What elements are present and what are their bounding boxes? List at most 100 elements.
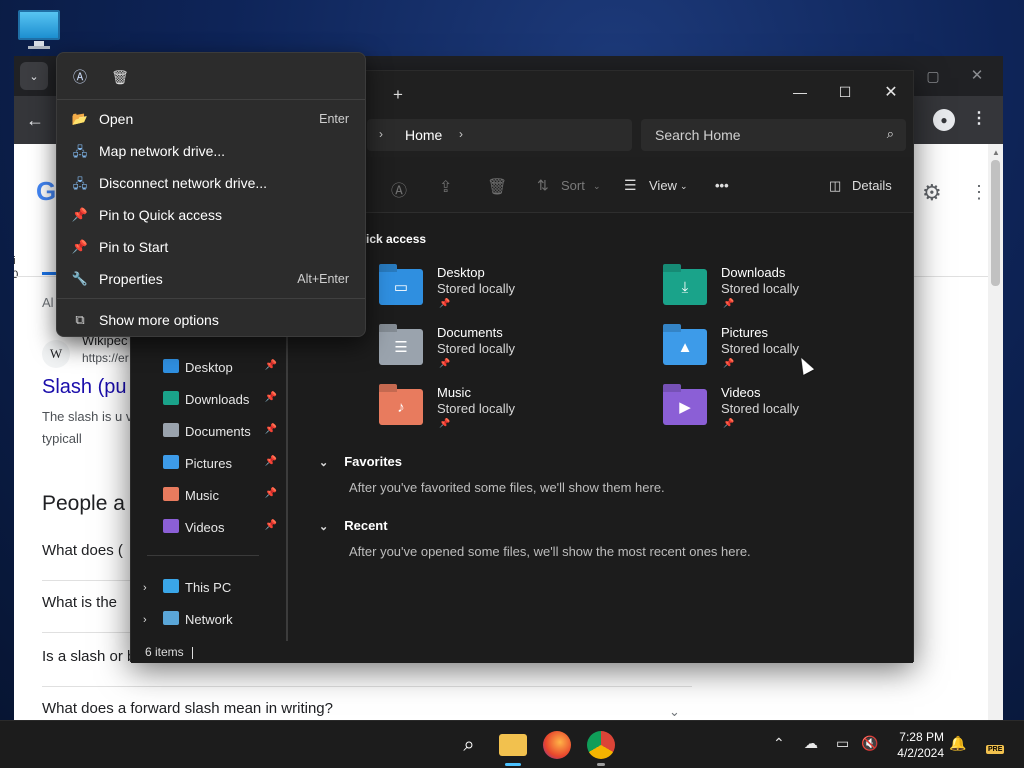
chrome-icon[interactable] [587,731,615,759]
search-icon[interactable]: ⌕ [455,731,483,759]
nav-item-network[interactable]: Network [161,606,279,634]
nav-item-videos[interactable]: Videos 📌 [161,514,279,542]
rename-icon[interactable]: Ⓐ [69,67,91,87]
pin-icon[interactable]: 📌 [265,392,277,403]
folder-card-music[interactable]: ♪ Music Stored locally 📌 [379,385,639,441]
sort-button[interactable]: Sort [561,178,585,193]
view-icon: ☰ [624,177,637,193]
close-button[interactable]: ✕ [877,79,905,105]
result-title-link[interactable]: Slash (pu [42,376,127,399]
recent-empty-message: After you've opened some files, we'll sh… [349,544,751,559]
google-logo[interactable]: G [36,176,56,207]
nav-item-this-pc[interactable]: This PC [161,574,279,602]
menu-item-disconnect-network-drive[interactable]: 🖧 Disconnect network drive... [61,168,363,198]
question-4[interactable]: What does a forward slash mean in writin… [42,700,333,717]
downloads-folder-icon: ⤓ [663,269,707,305]
scrollbar-thumb[interactable] [991,160,1000,286]
delete-icon[interactable]: 🗑 [109,67,131,87]
search-input[interactable]: Search Home [655,127,741,143]
chevron-down-icon: ⌄ [680,181,688,191]
menu-item-properties[interactable]: 🔧 Properties Alt+Enter [61,264,363,294]
favorites-group-header[interactable]: ⌄ Favorites [319,454,402,469]
taskbar: ⌕ ⌃ ☁ ▭ 🔇 7:28 PM 4/2/2024 🔔 PRE [0,720,1024,768]
tab-search-dropdown[interactable]: ⌄ [20,62,48,90]
side-letter: R [14,156,15,170]
search-box[interactable]: Search Home ⌕ [641,119,906,151]
menu-item-pin-to-quick-access[interactable]: 📌 Pin to Quick access [61,200,363,230]
profile-icon[interactable]: ● [933,109,955,131]
network-icon[interactable]: ▭ [836,735,849,752]
more-options-button[interactable]: ••• [715,178,729,193]
chevron-right-icon[interactable]: › [379,127,383,141]
details-pane-icon: ◫ [829,178,842,193]
chevron-right-icon[interactable]: › [143,582,147,594]
folder-card-documents[interactable]: ☰ Documents Stored locally 📌 [379,325,639,381]
nav-item-desktop[interactable]: Desktop 📌 [161,354,279,382]
nav-item-pictures[interactable]: Pictures 📌 [161,450,279,478]
menu-show-more-options[interactable]: ⧉ Show more options [61,305,363,335]
quick-access-heading[interactable]: ick access [366,232,426,246]
nav-item-music[interactable]: Music 📌 [161,482,279,510]
pin-icon[interactable]: 📌 [265,520,277,531]
tab-all[interactable]: Al [42,295,54,310]
chrome-menu-icon[interactable]: ⋮ [971,108,987,128]
question-1[interactable]: What does ( [42,542,123,559]
settings-gear-icon[interactable]: ⚙ [922,180,942,206]
folder-card-pictures[interactable]: ▲ Pictures Stored locally 📌 [663,325,923,381]
new-tab-button[interactable]: + [393,85,403,105]
chevron-down-icon[interactable]: ⌄ [669,704,680,720]
rename-icon[interactable]: Ⓐ [391,177,407,201]
pin-start-icon: 📌 [71,239,89,254]
breadcrumb-home[interactable]: Home [405,127,442,143]
back-arrow-icon[interactable]: ← [26,110,44,131]
favorites-empty-message: After you've favorited some files, we'll… [349,480,665,495]
menu-item-pin-to-start[interactable]: 📌 Pin to Start [61,232,363,262]
nav-item-downloads[interactable]: Downloads 📌 [161,386,279,414]
notification-bell-icon[interactable]: 🔔 [949,735,966,752]
chrome-maximize-button[interactable]: ▢ [923,66,943,86]
chevron-right-icon[interactable]: › [143,614,147,626]
delete-icon[interactable]: 🗑 [487,177,507,197]
firefox-icon[interactable] [543,731,571,759]
show-hidden-icons-chevron-icon[interactable]: ⌃ [773,735,785,752]
address-bar[interactable]: › Home › [367,119,632,151]
context-menu: Ⓐ 🗑 📂 Open Enter 🖧 Map network drive... 🖧 Disc… [56,52,366,337]
recent-group-header[interactable]: ⌄ Recent [319,518,388,533]
videos-folder-icon [163,519,179,533]
result-url[interactable]: https://er [82,351,129,365]
menu-item-open[interactable]: 📂 Open Enter [61,104,363,134]
this-pc-desktop-icon[interactable] [16,10,62,50]
pin-icon: 📌 [723,298,735,308]
folder-card-downloads[interactable]: ⤓ Downloads Stored locally 📌 [663,265,923,321]
folder-card-desktop[interactable]: ▭ Desktop Stored locally 📌 [379,265,639,321]
page-scrollbar[interactable]: ▲ [988,144,1003,720]
pin-icon[interactable]: 📌 [265,488,277,499]
view-button[interactable]: View [649,178,677,193]
maximize-button[interactable]: ☐ [831,79,859,105]
minimize-button[interactable]: — [786,79,814,105]
nav-item-documents[interactable]: Documents 📌 [161,418,279,446]
pin-icon[interactable]: 📌 [265,456,277,467]
chevron-down-icon: ⌄ [319,521,329,533]
question-2[interactable]: What is the [42,594,117,611]
taskbar-clock[interactable]: 7:28 PM 4/2/2024 [884,729,944,761]
computer-icon [163,579,179,593]
search-icon: ⌕ [886,126,894,141]
share-icon[interactable]: ⇪ [439,177,452,197]
pin-icon: 📌 [71,207,89,222]
item-count: 6 items [145,645,184,659]
details-button[interactable]: Details [852,178,892,193]
pin-icon[interactable]: 📌 [265,360,277,371]
chrome-close-button[interactable]: ✕ [967,65,987,85]
chevron-down-icon: ⌄ [319,457,329,469]
file-explorer-taskbar-icon[interactable] [499,734,527,756]
monitor-icon [18,10,60,40]
folder-card-videos[interactable]: ▶ Videos Stored locally 📌 [663,385,923,441]
wrench-icon: 🔧 [71,271,89,286]
volume-muted-icon[interactable]: 🔇 [861,735,878,752]
chevron-right-icon[interactable]: › [459,127,463,141]
menu-item-map-network-drive[interactable]: 🖧 Map network drive... [61,136,363,166]
pin-icon[interactable]: 📌 [265,424,277,435]
chevron-down-icon: ⌄ [593,181,601,191]
cloud-icon[interactable]: ☁ [804,735,818,752]
